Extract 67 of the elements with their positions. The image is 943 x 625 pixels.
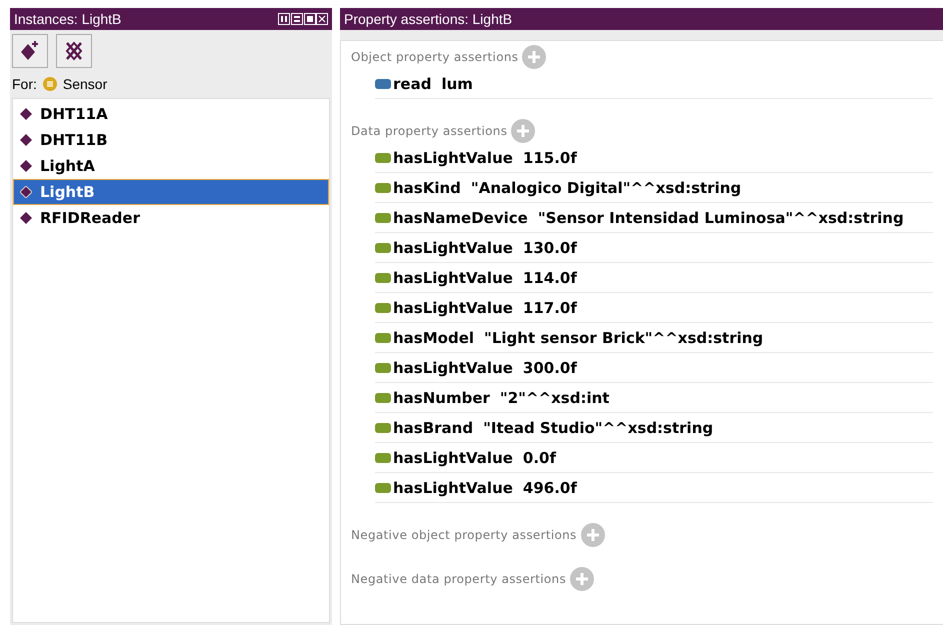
property-name: hasLightValue (393, 298, 513, 316)
property-name: hasNumber (393, 388, 490, 406)
section-heading: Data property assertions (351, 124, 508, 138)
property-name: hasKind (393, 178, 461, 196)
section-heading: Negative data property assertions (351, 572, 566, 586)
diamond-icon (20, 212, 32, 224)
property-name: hasBrand (393, 418, 474, 436)
diamond-icon (20, 134, 32, 146)
window-controls-icon[interactable] (278, 13, 328, 25)
property-value: 117.0f (522, 298, 577, 316)
property-icon (375, 212, 391, 222)
property-icon (375, 422, 391, 432)
property-icon (375, 452, 391, 462)
property-value: lum (441, 74, 473, 92)
property-value: 114.0f (522, 268, 577, 286)
property-icon (375, 362, 391, 372)
property-icon (375, 182, 391, 192)
property-name: hasLightValue (393, 478, 513, 496)
property-value: "Light sensor Brick"^^xsd:string (484, 328, 764, 346)
section-heading: Object property assertions (351, 50, 518, 64)
class-icon (42, 77, 57, 91)
add-icon[interactable] (580, 523, 605, 547)
individual-item[interactable]: DHT11A (13, 101, 329, 127)
property-name: hasLightValue (393, 148, 513, 166)
property-value: 130.0f (522, 238, 577, 256)
class-name: Sensor (62, 76, 108, 92)
property-icon (375, 78, 391, 88)
property-value: 0.0f (522, 448, 556, 466)
crossed-diamond-icon (64, 40, 84, 62)
property-value: "Itead Studio"^^xsd:string (483, 418, 714, 436)
diamond-icon (20, 186, 32, 198)
property-name: hasNameDevice (393, 208, 528, 226)
property-value: "2"^^xsd:int (500, 388, 610, 406)
property-icon (375, 302, 391, 312)
delete-individual-button[interactable] (56, 34, 92, 68)
property-name: hasLightValue (393, 268, 513, 286)
property-name: hasLightValue (393, 358, 513, 376)
property-name: hasModel (393, 328, 474, 346)
section-heading: Negative object property assertions (351, 528, 577, 542)
panel-title: Property assertions: LightB (344, 11, 512, 27)
panel-title: Instances: LightB (14, 11, 122, 27)
individual-item[interactable]: LightA (13, 153, 329, 179)
property-name: hasLightValue (393, 448, 513, 466)
add-individual-button[interactable] (12, 34, 48, 68)
add-icon[interactable] (511, 119, 536, 143)
add-icon[interactable] (570, 567, 594, 591)
individual-item[interactable]: LightB (13, 179, 329, 205)
property-icon (375, 272, 391, 282)
property-value: 496.0f (522, 478, 577, 496)
add-icon[interactable] (522, 45, 546, 69)
property-value: 115.0f (522, 148, 577, 166)
property-value: "Analogico Digital"^^xsd:string (470, 178, 742, 196)
property-value: 300.0f (522, 358, 577, 376)
property-name: hasLightValue (393, 238, 513, 256)
diamond-icon (20, 160, 32, 172)
diamond-plus-icon (20, 40, 40, 62)
property-icon (375, 242, 391, 252)
property-icon (375, 152, 391, 162)
property-value: "Sensor Intensidad Luminosa"^^xsd:string (538, 208, 904, 226)
individual-item[interactable]: DHT11B (13, 127, 329, 153)
diamond-icon (20, 108, 32, 120)
property-icon (375, 392, 391, 402)
individual-item[interactable]: RFIDReader (13, 205, 329, 231)
property-icon (375, 332, 391, 342)
property-icon (375, 482, 391, 492)
for-label: For: (12, 76, 37, 92)
property-name: read (393, 74, 432, 92)
